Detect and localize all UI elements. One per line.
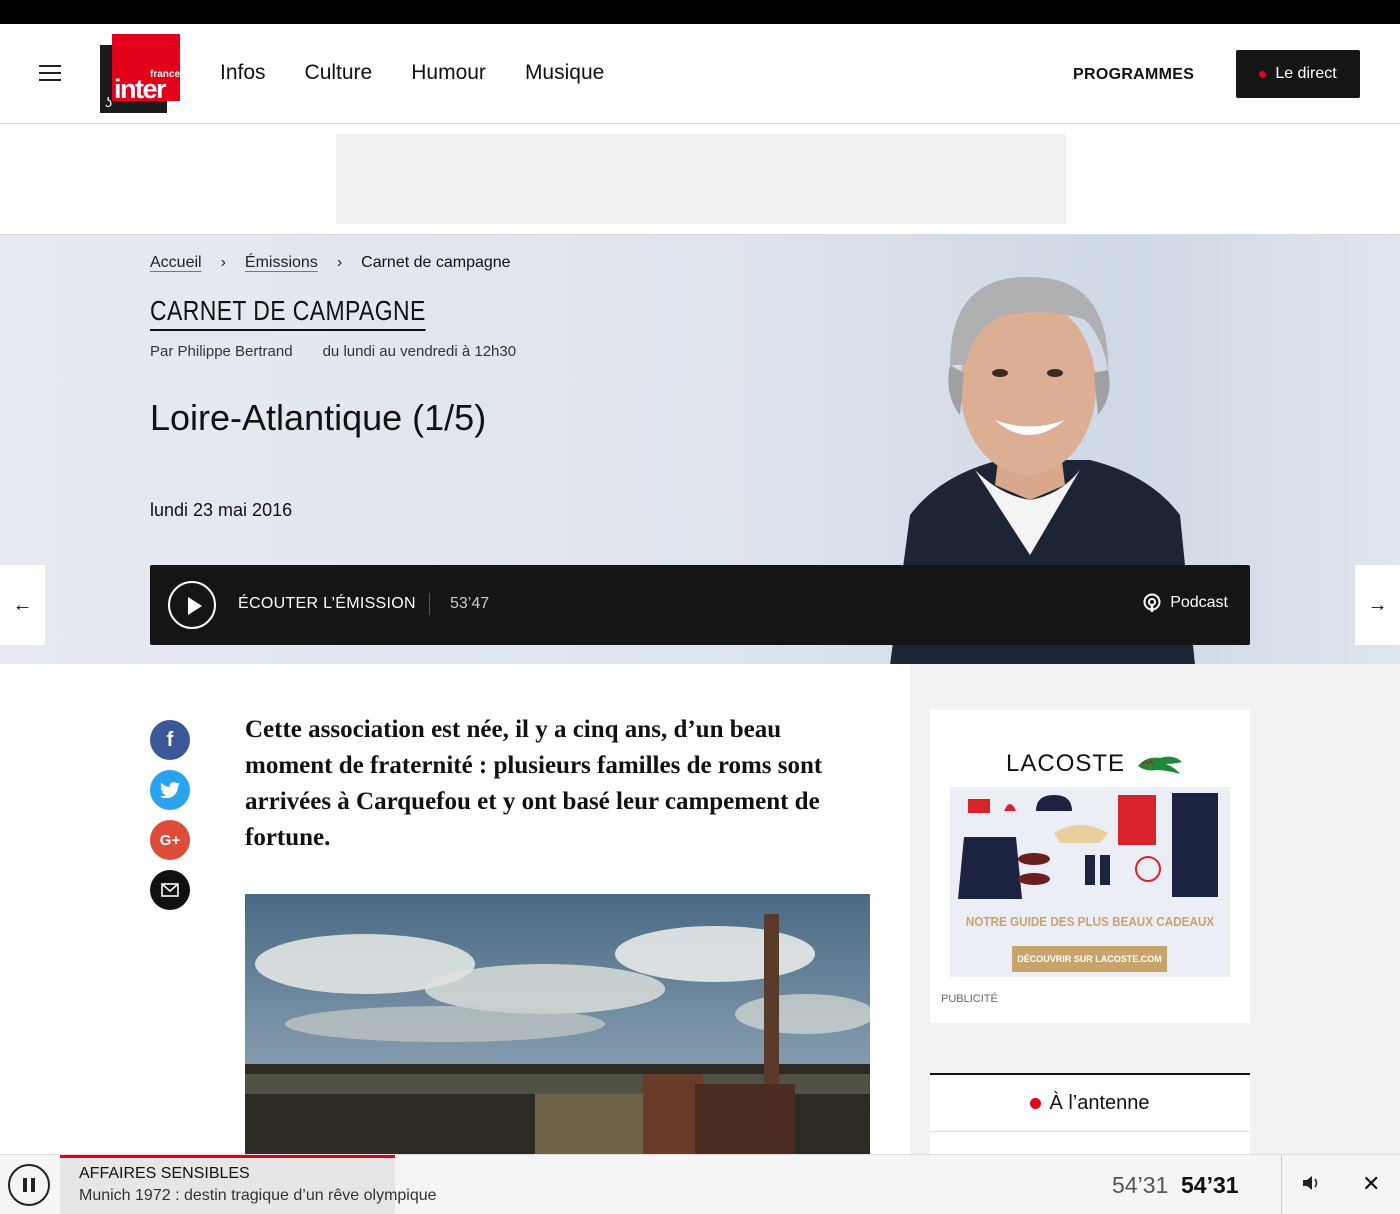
play-icon[interactable] (168, 581, 216, 629)
nav-item-humour[interactable]: Humour (411, 61, 486, 85)
live-button[interactable]: Le direct (1236, 50, 1360, 98)
now-playing[interactable]: AFFAIRES SENSIBLES Munich 1972 : destin … (60, 1155, 437, 1214)
on-air-tab[interactable]: À l’antenne (930, 1073, 1250, 1131)
nav-item-culture[interactable]: Culture (305, 61, 373, 85)
breadcrumb-home[interactable]: Accueil (150, 254, 202, 272)
article-area: f G+ Cette association est née, il y a c… (0, 664, 1400, 1214)
podcast-label: Podcast (1170, 594, 1228, 611)
live-dot-icon (1259, 70, 1267, 78)
total-time: 54’31 (1181, 1172, 1239, 1198)
on-air-label: À l’antenne (1049, 1091, 1150, 1114)
episode-player: ÉCOUTER L’ÉMISSION 53’47 Podcast (150, 565, 1250, 645)
listen-button[interactable]: ÉCOUTER L’ÉMISSION (238, 595, 416, 613)
episode-date: lundi 23 mai 2016 (150, 500, 293, 520)
main-nav: Infos Culture Humour Musique (220, 61, 604, 85)
on-air-dot-icon (1030, 1097, 1042, 1109)
top-ad-banner[interactable] (336, 134, 1066, 224)
now-playing-show: AFFAIRES SENSIBLES (79, 1165, 250, 1182)
logo-mark-icon: ʖ (105, 94, 112, 110)
show-hero: Accueil › Émissions › Carnet de campagne… (0, 234, 1400, 664)
podcast-icon (1143, 593, 1161, 612)
ad-label: PUBLICITÉ (941, 993, 998, 1005)
ad-cta-button[interactable]: DÉCOUVRIR SUR LACOSTE.COM (1012, 946, 1167, 972)
ad-tagline: NOTRE GUIDE DES PLUS BEAUX CADEAUX (965, 914, 1215, 929)
chevron-right-icon: › (336, 254, 343, 271)
live-button-label: Le direct (1275, 65, 1337, 82)
player-separator (1281, 1155, 1282, 1214)
player-divider (429, 593, 430, 615)
show-schedule: du lundi au vendredi à 12h30 (322, 343, 517, 360)
breadcrumb-current: Carnet de campagne (361, 254, 511, 271)
playback-progress-bar (60, 1155, 395, 1158)
site-header: france inter ʖ Infos Culture Humour Musi… (0, 24, 1400, 124)
previous-episode-arrow-icon[interactable]: ← (0, 565, 45, 645)
breadcrumb-emissions[interactable]: Émissions (245, 254, 318, 272)
breadcrumb: Accueil › Émissions › Carnet de campagne (150, 254, 511, 272)
crocodile-logo-icon (1138, 756, 1182, 774)
volume-icon[interactable] (1302, 1175, 1320, 1196)
show-meta: Par Philippe Bertrand du lundi au vendre… (150, 343, 516, 360)
logo-big-text: inter (114, 74, 167, 104)
france-inter-logo[interactable]: france inter ʖ (100, 34, 180, 114)
sidebar-ad[interactable]: LACOSTE NOTRE GUIDE DES PLUS BEAUX CADEA… (930, 710, 1250, 1023)
next-episode-arrow-icon[interactable]: → (1355, 565, 1400, 645)
show-author: Par Philippe Bertrand (150, 343, 293, 360)
podcast-button[interactable]: Podcast (1142, 593, 1228, 613)
programmes-link[interactable]: PROGRAMMES (1073, 66, 1194, 84)
ad-image: NOTRE GUIDE DES PLUS BEAUX CADEAUX DÉCOU… (950, 787, 1230, 977)
now-playing-episode: Munich 1972 : destin tragique d’un rêve … (79, 1187, 437, 1204)
google-plus-share-icon[interactable]: G+ (150, 820, 190, 860)
twitter-share-icon[interactable] (150, 770, 190, 810)
episode-duration: 53’47 (450, 595, 490, 612)
ad-brand: LACOSTE (1006, 750, 1126, 777)
pause-icon[interactable] (8, 1164, 50, 1206)
sticky-player: AFFAIRES SENSIBLES Munich 1972 : destin … (0, 1154, 1400, 1214)
episode-title: Loire-Atlantique (1/5) (150, 397, 487, 438)
article-lead: Cette association est née, il y a cinq a… (245, 716, 823, 851)
elapsed-time: 54’31 (1112, 1172, 1169, 1198)
facebook-share-icon[interactable]: f (150, 720, 190, 760)
chevron-right-icon: › (220, 254, 226, 271)
menu-icon[interactable] (39, 65, 61, 81)
close-icon[interactable]: ✕ (1362, 1171, 1380, 1197)
email-share-icon[interactable] (150, 870, 190, 910)
nav-item-musique[interactable]: Musique (525, 61, 604, 85)
browser-top-bar (0, 0, 1400, 24)
nav-item-infos[interactable]: Infos (220, 61, 266, 85)
show-title-link[interactable]: CARNET DE CAMPAGNE (150, 295, 426, 331)
